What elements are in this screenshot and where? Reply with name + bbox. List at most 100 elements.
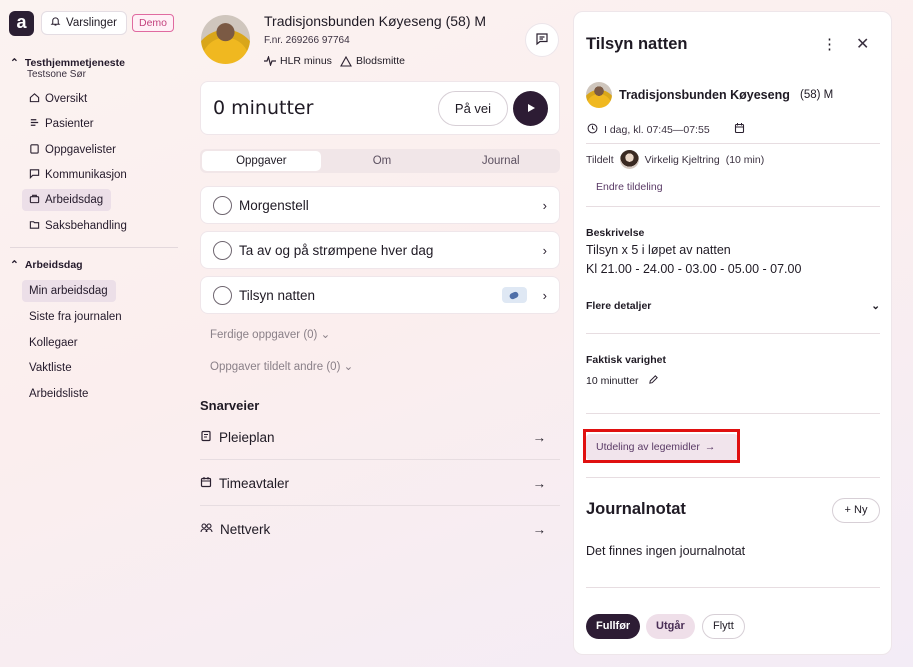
app-logo[interactable]: a	[9, 11, 34, 36]
sidebar-item-label: Pasienter	[45, 118, 94, 130]
more-details-toggle[interactable]: Flere detaljer ⌄	[586, 300, 880, 312]
message-icon	[29, 168, 40, 182]
task-tabs: Oppgaver Om Journal	[200, 149, 560, 173]
sidebar-item-min-arbeidsdag[interactable]: Min arbeidsdag	[22, 280, 116, 302]
care-plan-icon	[200, 430, 212, 445]
patient-name[interactable]: Tradisjonsbunden Køyeseng (58) M	[264, 13, 486, 29]
chevron-right-icon: ›	[542, 197, 547, 213]
chevron-right-icon: ›	[542, 242, 547, 258]
close-icon[interactable]: ✕	[856, 34, 869, 54]
sidebar-item-kommunikasjon[interactable]: Kommunikasjon	[22, 164, 135, 186]
sidebar-item-arbeidsdag[interactable]: Arbeidsdag	[22, 189, 112, 211]
chevron-up-icon: ⌃	[10, 57, 19, 69]
org-name: Testhjemmetjeneste	[24, 57, 125, 69]
org-sub: Testsone Sør	[27, 69, 86, 80]
tab-om[interactable]: Om	[323, 149, 442, 173]
sidebar-item-label: Kommunikasjon	[45, 169, 127, 181]
notifications-button[interactable]: Varslinger	[41, 11, 127, 35]
org-group-header[interactable]: ⌃ Testhjemmetjeneste	[10, 57, 125, 69]
sidebar-item-label: Oversikt	[45, 93, 88, 105]
finish-button[interactable]: Fullfør	[586, 614, 641, 639]
tab-oppgaver[interactable]: Oppgaver	[202, 151, 321, 171]
tag-label: HLR minus	[280, 55, 332, 67]
toggle-label: Oppgaver tildelt andre (0)	[210, 361, 341, 373]
panel-divider	[586, 587, 880, 588]
arbeidsdag-group-header[interactable]: ⌃ Arbeidsdag	[10, 259, 83, 271]
shortcut-label: Pleieplan	[219, 429, 275, 445]
sidebar-item-label: Oppgavelister	[45, 144, 116, 156]
task-checkbox[interactable]	[213, 240, 232, 260]
on-way-button[interactable]: På vei	[438, 91, 508, 126]
description-line-2: Kl 21.00 - 24.00 - 03.00 - 05.00 - 07.00	[586, 262, 802, 276]
panel-divider	[586, 477, 880, 478]
panel-assigned-row: Tildelt Virkelig Kjeltring (10 min)	[586, 150, 764, 169]
description-label: Beskrivelse	[586, 227, 645, 239]
journal-empty-text: Det finnes ingen journalnotat	[586, 544, 746, 558]
new-label: Ny	[854, 504, 868, 516]
plus-icon: +	[844, 504, 855, 516]
arrow-right-icon: →	[532, 521, 547, 537]
sidebar-item-pasienter[interactable]: Pasienter	[22, 113, 102, 135]
task-checkbox[interactable]	[213, 285, 232, 305]
sidebar-item-kollegaer[interactable]: Kollegaer	[22, 332, 86, 354]
sidebar-item-oppgavelister[interactable]: Oppgavelister	[22, 139, 124, 161]
shortcut-timeavtaler[interactable]: Timeavtaler →	[200, 460, 560, 506]
shortcut-label: Timeavtaler	[219, 475, 290, 491]
sidebar: a Varslinger Demo ⌃ Testhjemmetjeneste T…	[0, 0, 190, 667]
notifications-label: Varslinger	[66, 17, 117, 29]
calendar-edit-icon[interactable]	[734, 122, 746, 137]
chevron-up-icon: ⌃	[10, 259, 19, 271]
task-detail-panel: Tilsyn natten ⋮ ✕ Tradisjonsbunden Køyes…	[573, 11, 892, 655]
timer-card: 0 minutter På vei	[200, 81, 560, 135]
chat-button[interactable]	[525, 23, 559, 57]
assigned-duration: (10 min)	[725, 153, 765, 166]
shortcut-nettverk[interactable]: Nettverk →	[200, 506, 560, 552]
more-details-label: Flere detaljer	[586, 300, 652, 312]
panel-time-row: I dag, kl. 07:45—07:55	[587, 122, 746, 137]
sidebar-item-label: Kollegaer	[29, 337, 78, 349]
expire-button[interactable]: Utgår	[646, 614, 695, 639]
move-button[interactable]: Flytt	[702, 614, 745, 639]
arrow-right-icon: →	[532, 475, 547, 491]
description-line-1: Tilsyn x 5 i løpet av natten	[586, 243, 731, 257]
patient-fnr: F.nr. 269266 97764	[264, 35, 350, 46]
actual-duration-row: 10 minutter	[586, 374, 659, 388]
chat-icon	[535, 32, 549, 49]
task-card-stromper[interactable]: Ta av og på strømpene hver dag ›	[200, 231, 560, 269]
demo-badge: Demo	[132, 14, 175, 32]
panel-divider	[586, 333, 880, 334]
shortcut-pleieplan[interactable]: Pleieplan →	[200, 414, 560, 460]
arrow-right-icon: →	[532, 429, 547, 445]
warning-triangle-icon	[340, 55, 352, 67]
edit-assignment-link[interactable]: Endre tildeling	[596, 181, 663, 193]
new-journal-button[interactable]: + Ny	[832, 498, 880, 523]
shortcut-label: Nettverk	[220, 521, 271, 537]
bell-icon	[50, 16, 61, 30]
pencil-icon[interactable]	[648, 374, 659, 388]
sidebar-item-saksbehandling[interactable]: Saksbehandling	[22, 215, 135, 237]
panel-divider	[586, 413, 880, 414]
pill-icon	[501, 287, 527, 303]
task-checkbox[interactable]	[213, 195, 232, 215]
folder-icon	[29, 219, 40, 233]
sidebar-item-label: Vaktliste	[29, 362, 72, 374]
actual-duration-value: 10 minutter	[586, 375, 639, 387]
tab-journal[interactable]: Journal	[441, 149, 560, 173]
more-vertical-icon[interactable]: ⋮	[822, 35, 837, 53]
sidebar-item-label: Arbeidsdag	[45, 194, 104, 206]
patient-avatar	[201, 15, 250, 64]
play-button[interactable]	[513, 91, 548, 126]
sidebar-item-arbeidsliste[interactable]: Arbeidsliste	[22, 383, 96, 405]
chevron-down-icon: ⌄	[871, 300, 880, 312]
sidebar-item-oversikt[interactable]: Oversikt	[22, 88, 95, 110]
done-tasks-toggle[interactable]: Ferdige oppgaver (0) ⌄	[210, 327, 330, 341]
others-tasks-toggle[interactable]: Oppgaver tildelt andre (0) ⌄	[210, 359, 353, 373]
task-card-morgenstell[interactable]: Morgenstell ›	[200, 186, 560, 224]
sidebar-item-siste-fra-journalen[interactable]: Siste fra journalen	[22, 306, 130, 328]
panel-title: Tilsyn natten	[586, 35, 688, 53]
panel-divider	[586, 206, 880, 207]
tag-label: Blodsmitte	[355, 55, 405, 67]
assignee-name: Virkelig Kjeltring	[644, 153, 720, 166]
task-card-tilsyn-natten[interactable]: Tilsyn natten ›	[200, 276, 560, 314]
sidebar-item-vaktliste[interactable]: Vaktliste	[22, 357, 80, 379]
